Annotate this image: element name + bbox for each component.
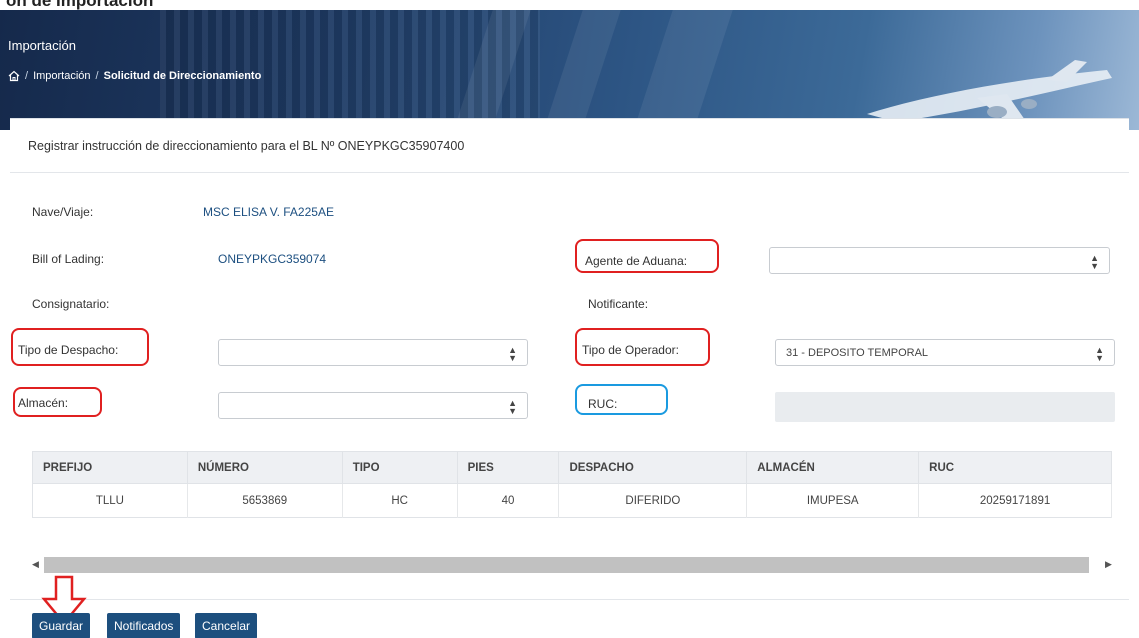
- cell-despacho: DIFERIDO: [558, 483, 748, 518]
- tipo-despacho-select[interactable]: ▲ ▼: [218, 339, 528, 366]
- scroll-right-icon[interactable]: ▶: [1105, 559, 1112, 570]
- almacen-select[interactable]: ▲ ▼: [218, 392, 528, 419]
- sort-arrows-icon: ▲ ▼: [508, 345, 517, 363]
- cell-pies: 40: [457, 483, 560, 518]
- annotation-highlight-ruc: [575, 384, 668, 415]
- cell-prefijo: TLLU: [32, 483, 188, 518]
- card-header: Registrar instrucción de direccionamient…: [10, 119, 1129, 173]
- column-header-numero[interactable]: NÚMERO: [187, 451, 343, 484]
- bill-of-lading-value: ONEYPKGC359074: [218, 252, 327, 266]
- breadcrumb-current: Solicitud de Direccionamiento: [103, 70, 262, 82]
- banner-stripe: [530, 10, 628, 130]
- cell-numero: 5653869: [187, 483, 343, 518]
- nave-viaje-value: MSC ELISA V. FA225AE: [203, 205, 334, 219]
- banner-stripe: [620, 10, 740, 130]
- column-header-prefijo[interactable]: PREFIJO: [32, 451, 188, 484]
- cell-almacen: IMUPESA: [746, 483, 920, 518]
- ruc-field: [775, 392, 1115, 422]
- scrollbar-thumb[interactable]: [44, 557, 1089, 573]
- cell-tipo: HC: [342, 483, 458, 518]
- guardar-button[interactable]: Guardar: [32, 613, 91, 638]
- card-title: Registrar instrucción de direccionamient…: [28, 139, 465, 153]
- nave-viaje-label: Nave/Viaje:: [32, 205, 94, 219]
- consignatario-label: Consignatario:: [32, 297, 110, 311]
- horizontal-scrollbar[interactable]: ◀ ▶: [32, 557, 1116, 573]
- breadcrumb-separator: /: [25, 70, 29, 82]
- table-header-row: PREFIJO NÚMERO TIPO PIES DESPACHO ALMACÉ…: [32, 451, 1112, 484]
- table-row[interactable]: TLLU 5653869 HC 40 DIFERIDO IMUPESA 2025…: [32, 483, 1112, 518]
- notificados-button[interactable]: Notificados: [107, 613, 181, 638]
- sort-arrows-icon: ▲ ▼: [1090, 253, 1099, 271]
- column-header-almacen[interactable]: ALMACÉN: [746, 451, 920, 484]
- annotation-highlight-tipo-despacho: [11, 328, 149, 366]
- footer-divider: [10, 599, 1129, 600]
- notificante-label: Notificante:: [588, 297, 649, 311]
- top-strip: ón de Importación: [0, 0, 1139, 10]
- form-card: Registrar instrucción de direccionamient…: [10, 118, 1129, 638]
- breadcrumb-separator: /: [95, 70, 99, 82]
- containers-table: PREFIJO NÚMERO TIPO PIES DESPACHO ALMACÉ…: [32, 451, 1112, 518]
- cancelar-button[interactable]: Cancelar: [195, 613, 258, 638]
- column-header-tipo[interactable]: TIPO: [342, 451, 458, 484]
- breadcrumb-link-importacion[interactable]: Importación: [33, 70, 90, 82]
- sort-arrows-icon: ▲ ▼: [1095, 345, 1104, 363]
- annotation-highlight-agente: [575, 239, 719, 273]
- bill-of-lading-label: Bill of Lading:: [32, 252, 105, 266]
- header-banner: Importación / Importación / Solicitud de…: [0, 10, 1139, 130]
- annotation-highlight-almacen: [13, 387, 102, 417]
- annotation-highlight-tipo-operador: [575, 328, 710, 366]
- tipo-operador-selected: 31 - DEPOSITO TEMPORAL: [786, 347, 929, 359]
- tipo-operador-select[interactable]: 31 - DEPOSITO TEMPORAL ▲ ▼: [775, 339, 1115, 366]
- page-title: Importación: [8, 38, 76, 53]
- home-icon[interactable]: [8, 70, 20, 82]
- cell-ruc: 20259171891: [918, 483, 1112, 518]
- sort-arrows-icon: ▲ ▼: [508, 398, 517, 416]
- column-header-pies[interactable]: PIES: [457, 451, 560, 484]
- breadcrumb: / Importación / Solicitud de Direccionam…: [8, 70, 261, 82]
- scroll-left-icon[interactable]: ◀: [32, 559, 39, 570]
- column-header-despacho[interactable]: DESPACHO: [558, 451, 748, 484]
- column-header-ruc[interactable]: RUC: [918, 451, 1112, 484]
- agente-aduana-select[interactable]: ▲ ▼: [769, 247, 1110, 274]
